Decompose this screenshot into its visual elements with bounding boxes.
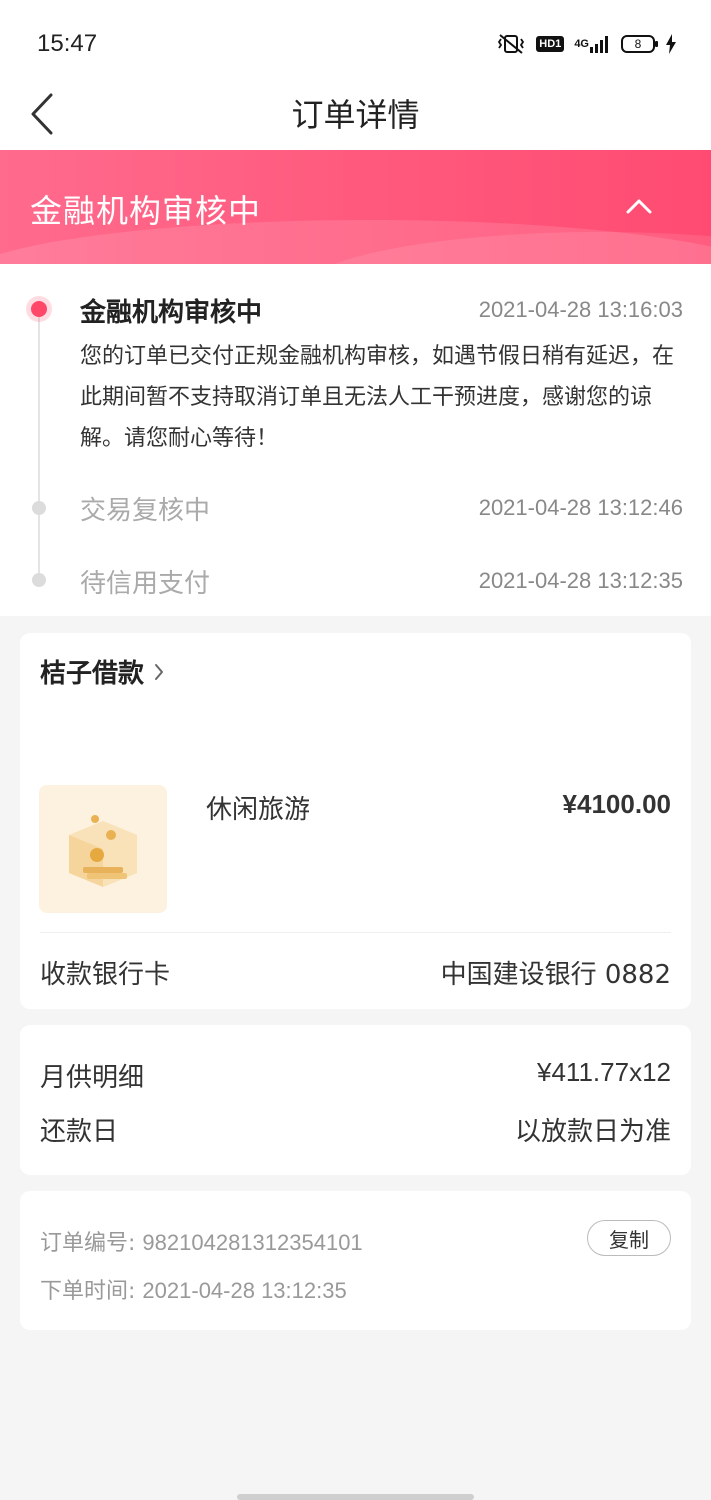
order-number-value: 982104281312354101 (142, 1230, 363, 1255)
order-time: 下单时间: 2021-04-28 13:12:35 (40, 1273, 347, 1305)
hd-icon: HD1 (536, 36, 565, 52)
timeline-dot (32, 501, 46, 515)
repayment-day-value: 以放款日为准 (514, 1117, 671, 1147)
banner-title: 金融机构审核中 (30, 192, 262, 230)
timeline-step-title: 待信用支付 (80, 569, 211, 599)
divider (40, 932, 671, 933)
signal-icon: 4G (574, 34, 611, 54)
chevron-up-icon (626, 199, 652, 214)
monthly-payment-label: 月供明细 (40, 1063, 145, 1093)
order-number-label: 订单编号: (40, 1231, 136, 1256)
product-name: 休闲旅游 (206, 795, 311, 825)
order-number: 订单编号: 982104281312354101 (40, 1225, 363, 1257)
order-time-label: 下单时间: (40, 1279, 136, 1304)
network-type: 4G (574, 38, 589, 50)
product-image (39, 785, 167, 913)
merchant-name: 桔子借款 (40, 659, 145, 689)
timeline-step-title: 金融机构审核中 (80, 298, 263, 328)
status-icons: HD1 4G 8 (496, 30, 677, 58)
order-time-value: 2021-04-28 13:12:35 (142, 1278, 347, 1303)
repayment-card: 月供明细 ¥411.77x12 还款日 以放款日为准 (20, 1025, 691, 1175)
merchant-link[interactable]: 桔子借款 (40, 653, 164, 690)
status-banner: 金融机构审核中 (0, 150, 711, 264)
timeline-step-time: 2021-04-28 13:12:46 (478, 495, 683, 520)
repayment-day-label: 还款日 (40, 1117, 119, 1147)
timeline-step-time: 2021-04-28 13:12:35 (478, 568, 683, 593)
timeline-dot (32, 573, 46, 587)
vibrate-icon (496, 33, 526, 55)
order-info-card: 订单编号: 982104281312354101 复制 下单时间: 2021-0… (20, 1191, 691, 1330)
charging-icon (665, 34, 677, 54)
timeline-step-time: 2021-04-28 13:16:03 (478, 297, 683, 322)
bank-card-value: 中国建设银行 0882 (440, 960, 671, 990)
page-title: 订单详情 (291, 96, 420, 134)
copy-button[interactable]: 复制 (587, 1220, 671, 1256)
timeline-dot-active (26, 296, 52, 322)
order-timeline: 金融机构审核中 2021-04-28 13:16:03 您的订单已交付正规金融机… (0, 264, 711, 616)
nav-bar: 订单详情 (0, 78, 711, 150)
bank-card-label: 收款银行卡 (40, 960, 171, 990)
monthly-payment-value: ¥411.77x12 (537, 1057, 671, 1087)
chevron-right-icon (155, 663, 164, 680)
product-card: 桔子借款 休闲旅游 ¥4100.00 收款银行卡 中国建设银行 0882 (20, 633, 691, 1009)
collapse-button[interactable] (619, 188, 659, 224)
status-time: 15:47 (37, 30, 98, 57)
battery-icon: 8 (621, 35, 658, 53)
timeline-line (38, 308, 40, 580)
status-bar: 15:47 HD1 4G 8 (0, 0, 711, 78)
timeline-step-title: 交易复核中 (80, 496, 211, 526)
home-indicator[interactable] (237, 1494, 474, 1500)
timeline-step-description: 您的订单已交付正规金融机构审核，如遇节假日稍有延迟，在此期间暂不支持取消订单且无… (80, 344, 675, 451)
product-price: ¥4100.00 (562, 789, 671, 819)
